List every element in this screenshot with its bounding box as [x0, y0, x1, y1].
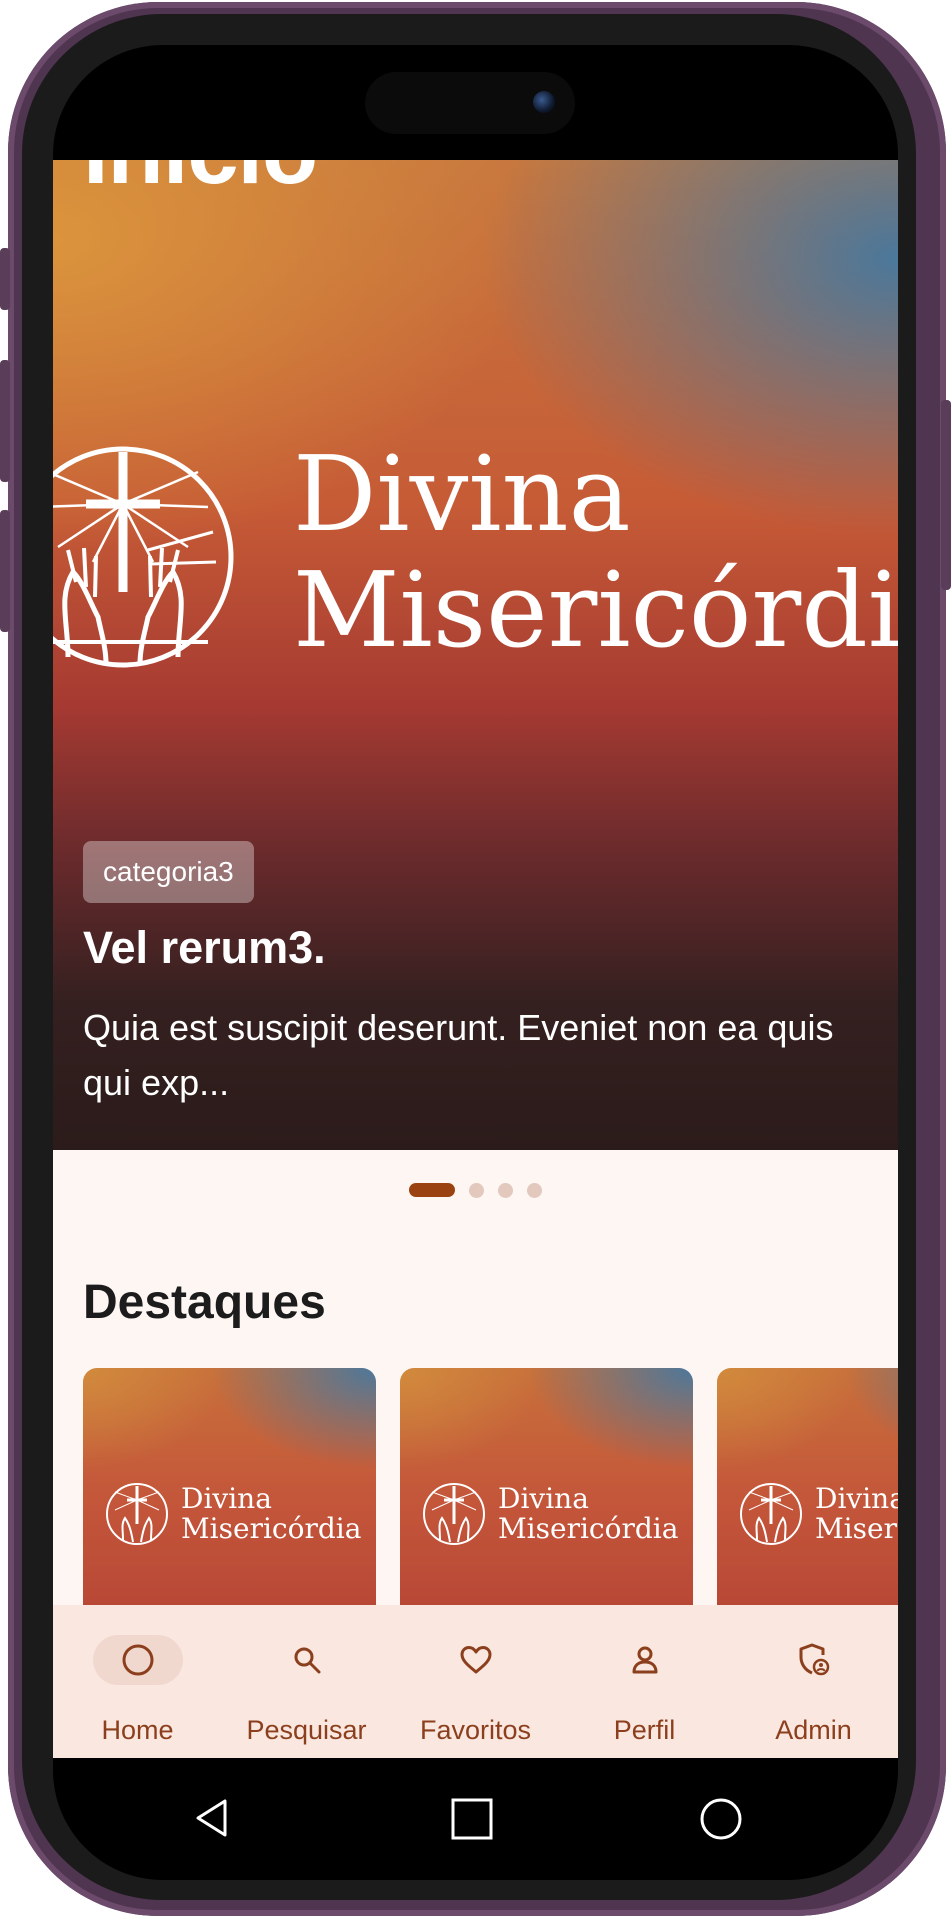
nav-label-favorites: Favoritos: [419, 1715, 532, 1745]
featured-card[interactable]: Divina Misericórdia: [83, 1368, 376, 1608]
card-brand-line-2: Misericórdia: [815, 1512, 898, 1545]
nav-item-profile[interactable]: Perfil: [560, 1605, 729, 1758]
card-brand-line-1: Divina: [815, 1482, 898, 1515]
nav-label-admin: Admin: [775, 1715, 852, 1745]
hero-banner[interactable]: Início Divina Misericórdia categoria3 Ve…: [53, 160, 898, 1150]
side-button-left-bottom: [0, 510, 10, 632]
card-brand-line-1: Divina: [181, 1482, 272, 1515]
home-icon: [92, 1635, 183, 1685]
carousel-indicator[interactable]: [53, 1180, 898, 1200]
page-title: Início: [83, 160, 318, 205]
post-description: Quia est suscipit deserunt. Eveniet non …: [83, 1007, 834, 1103]
divina-misericordia-logo-icon: [106, 1483, 168, 1545]
card-brand-line-2: Misericórdia: [181, 1512, 362, 1545]
back-icon[interactable]: [196, 1799, 227, 1837]
side-button-left-mid: [0, 360, 10, 482]
nav-item-home[interactable]: Home: [53, 1605, 222, 1758]
side-button-right: [941, 400, 951, 590]
system-navigation-bar: [196, 1798, 742, 1840]
brand-line-1: Divina: [293, 433, 631, 555]
nav-label-search: Pesquisar: [246, 1715, 367, 1745]
card-brand-line-2: Misericórdia: [498, 1512, 679, 1545]
card-brand: Divina Misericórdia: [498, 1484, 678, 1544]
carousel-dot[interactable]: [527, 1182, 542, 1198]
recents-circle-icon[interactable]: [700, 1798, 742, 1840]
profile-icon: [600, 1635, 690, 1685]
camera-icon: [533, 91, 555, 113]
divina-misericordia-logo-icon: [740, 1483, 802, 1545]
brand-line-2: Misericórdia: [293, 549, 898, 671]
divina-misericordia-logo-icon: [423, 1483, 485, 1545]
featured-card[interactable]: Divina Misericórdia: [400, 1368, 693, 1608]
carousel-dot[interactable]: [498, 1182, 513, 1198]
home-square-icon[interactable]: [451, 1798, 493, 1840]
heart-icon: [431, 1635, 521, 1685]
card-brand-line-1: Divina: [498, 1482, 589, 1515]
featured-section-title: Destaques: [83, 1276, 326, 1329]
dynamic-island: [365, 72, 575, 134]
divina-misericordia-logo-icon: [53, 446, 234, 668]
featured-cards-list: Divina Misericórdia Divina Misericórdia: [83, 1368, 898, 1608]
bottom-navigation: Home Pesquisar Favoritos Perfil Admin: [53, 1605, 898, 1758]
nav-item-search[interactable]: Pesquisar: [222, 1605, 391, 1758]
carousel-dot[interactable]: [469, 1182, 484, 1198]
featured-card[interactable]: Divina Misericórdia: [717, 1368, 898, 1608]
nav-label-home: Home: [101, 1715, 174, 1745]
search-icon: [262, 1635, 352, 1685]
card-brand: Divina Misericórdia: [815, 1484, 898, 1544]
card-brand: Divina Misericórdia: [181, 1484, 361, 1544]
nav-label-profile: Perfil: [613, 1715, 676, 1745]
side-button-left-top: [0, 248, 10, 310]
category-badge: categoria3: [83, 841, 254, 903]
admin-icon: [769, 1635, 859, 1685]
post-title: Vel rerum3.: [83, 922, 326, 973]
nav-item-admin[interactable]: Admin: [729, 1605, 898, 1758]
nav-item-favorites[interactable]: Favoritos: [391, 1605, 560, 1758]
carousel-dot-active[interactable]: [409, 1183, 455, 1197]
app-screen: Início Divina Misericórdia categoria3 Ve…: [53, 160, 898, 1758]
